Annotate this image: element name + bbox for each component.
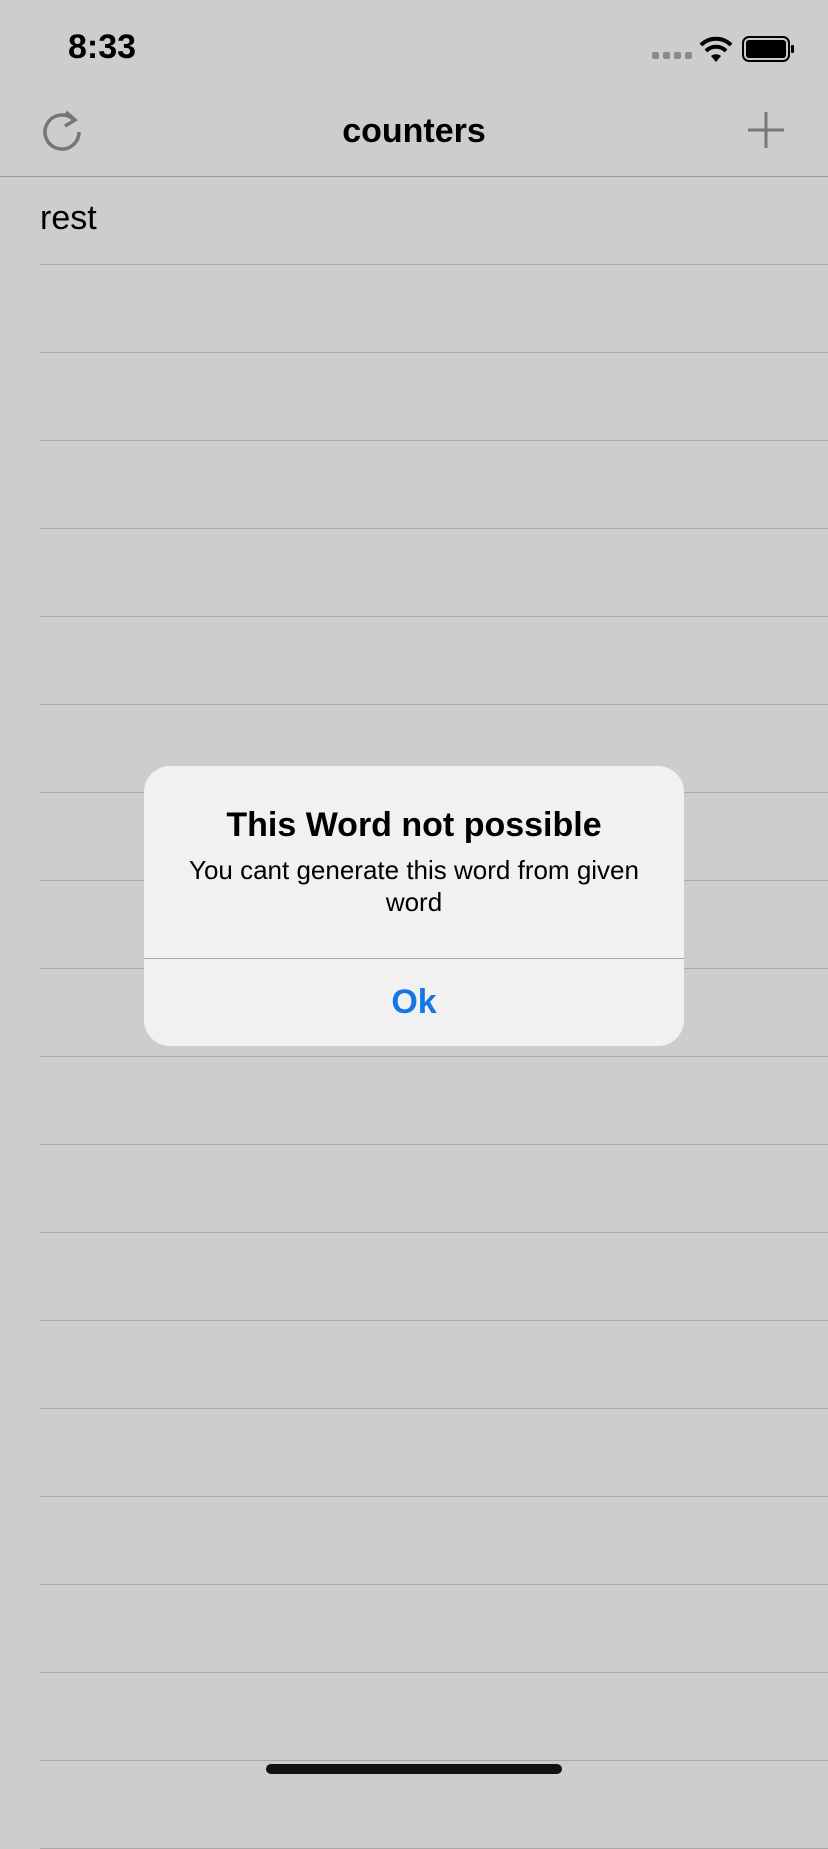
list-item[interactable] xyxy=(40,1057,828,1145)
plus-icon[interactable] xyxy=(746,110,786,150)
signal-icon xyxy=(652,52,692,59)
list-item[interactable] xyxy=(40,529,828,617)
navigation-bar: counters xyxy=(0,92,828,177)
list-item[interactable] xyxy=(40,1761,828,1849)
list-item[interactable] xyxy=(40,1497,828,1585)
alert-dialog: This Word not possible You cant generate… xyxy=(144,766,684,1046)
page-title: counters xyxy=(342,112,486,150)
status-time: 8:33 xyxy=(68,28,137,66)
wifi-icon xyxy=(699,36,733,62)
alert-message: You cant generate this word from given w… xyxy=(189,855,639,917)
list-item[interactable]: rest xyxy=(40,177,828,265)
list-item[interactable] xyxy=(40,441,828,529)
list-item[interactable] xyxy=(40,1409,828,1497)
list-item[interactable] xyxy=(40,265,828,353)
list-item[interactable] xyxy=(40,353,828,441)
alert-title: This Word not possible xyxy=(226,806,602,844)
ok-button[interactable]: Ok xyxy=(144,959,684,1046)
battery-icon xyxy=(742,36,794,62)
status-bar: 8:33 xyxy=(0,0,828,92)
list-item[interactable] xyxy=(40,617,828,705)
list-item[interactable] xyxy=(40,1233,828,1321)
list-item[interactable] xyxy=(40,1585,828,1673)
list-item[interactable] xyxy=(40,1321,828,1409)
list-item[interactable] xyxy=(40,1145,828,1233)
list-item-label: rest xyxy=(40,199,97,237)
home-indicator xyxy=(266,1764,562,1774)
list-item[interactable] xyxy=(40,1673,828,1761)
